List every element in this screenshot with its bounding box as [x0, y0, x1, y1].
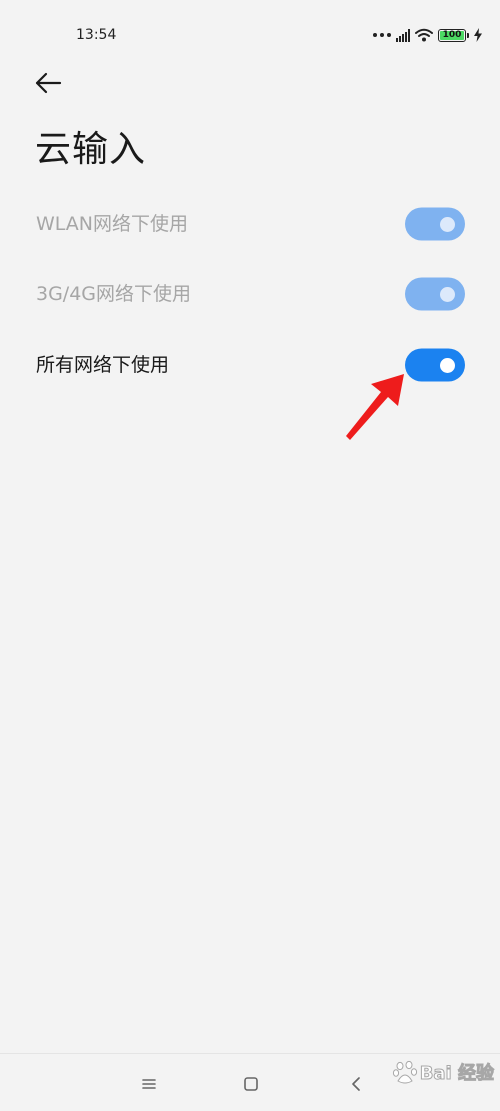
settings-screen: 13:54 100 云输入 WLAN网络下使用 3G/4G网络下使用 所有网络下… [0, 0, 500, 1111]
dots-icon [373, 33, 391, 37]
home-button[interactable] [231, 1064, 271, 1104]
menu-button[interactable] [129, 1064, 169, 1104]
setting-label-all-networks: 所有网络下使用 [36, 354, 170, 376]
status-icons: 100 [373, 26, 482, 44]
home-icon [244, 1077, 258, 1091]
signal-icon [396, 28, 410, 42]
toggle-knob [440, 357, 455, 373]
wifi-icon [415, 28, 433, 42]
charging-icon [474, 28, 482, 42]
arrow-left-icon [35, 72, 62, 94]
toggle-all-networks[interactable] [405, 348, 465, 382]
setting-row-all-networks[interactable]: 所有网络下使用 [0, 335, 500, 395]
toggle-knob [440, 216, 455, 232]
toggle-mobile-data[interactable] [405, 277, 465, 311]
toggle-knob [440, 286, 455, 302]
back-button[interactable] [30, 67, 66, 99]
setting-row-mobile-data[interactable]: 3G/4G网络下使用 [0, 264, 500, 324]
baidu-paw-icon [392, 1060, 417, 1084]
setting-label-wlan: WLAN网络下使用 [36, 213, 189, 235]
setting-label-mobile-data: 3G/4G网络下使用 [36, 283, 192, 305]
battery-level: 100 [442, 30, 462, 40]
back-icon [352, 1077, 360, 1091]
menu-icon [142, 1079, 156, 1089]
toggle-wlan[interactable] [405, 207, 465, 241]
status-time: 13:54 [76, 27, 117, 43]
watermark-text: Bai 经验 [419, 1063, 494, 1085]
nav-back-button[interactable] [336, 1064, 376, 1104]
setting-row-wlan[interactable]: WLAN网络下使用 [0, 194, 500, 254]
page-title: 云输入 [35, 129, 147, 170]
red-arrow-icon [346, 374, 404, 440]
battery-icon: 100 [438, 28, 466, 42]
watermark: Bai 经验 [392, 1052, 495, 1092]
